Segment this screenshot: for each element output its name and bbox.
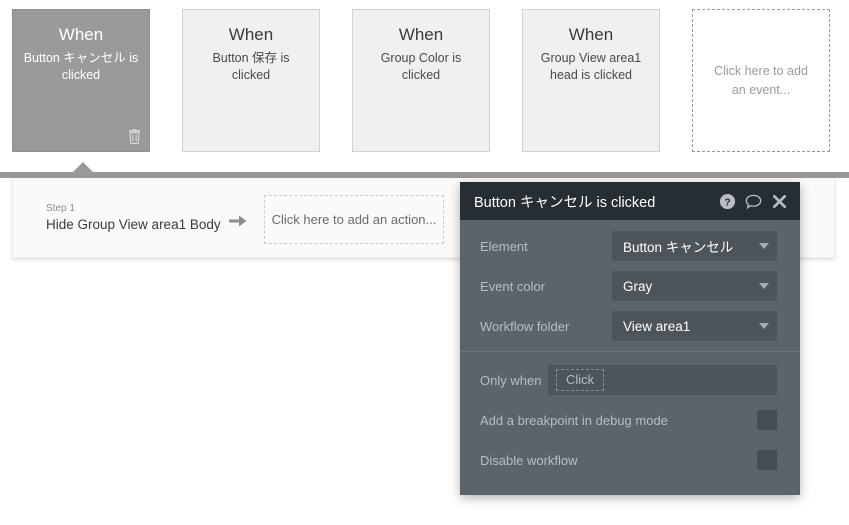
- event-card-description: Button 保存 is clicked: [212, 51, 290, 82]
- event-card[interactable]: When Group View area1 head is clicked: [522, 9, 660, 152]
- breakpoint-checkbox[interactable]: [757, 410, 777, 430]
- workflow-pointer-triangle: [72, 162, 94, 173]
- step-number-label: Step 1: [46, 202, 75, 214]
- close-icon[interactable]: [771, 193, 788, 210]
- event-card-description: Button キャンセル is clicked: [23, 51, 139, 82]
- workflow-folder-dropdown[interactable]: View area1: [612, 311, 777, 341]
- property-panel-body: Element Button キャンセル Event color Gray Wo…: [460, 220, 800, 495]
- panel-divider: [460, 351, 800, 352]
- event-card[interactable]: When Button 保存 is clicked: [182, 9, 320, 152]
- element-dropdown[interactable]: Button キャンセル: [612, 231, 777, 261]
- chevron-down-icon: [759, 283, 769, 289]
- comment-icon[interactable]: [745, 193, 762, 210]
- panel-bottom-padding: [460, 487, 800, 495]
- svg-text:?: ?: [724, 197, 730, 208]
- field-label: Element: [480, 238, 528, 254]
- add-action-label: Click here to add an action...: [271, 212, 437, 227]
- chevron-down-icon: [759, 243, 769, 249]
- field-row-event-color: Event color Gray: [460, 271, 800, 301]
- step-action-text: Hide Group View area1 Body: [46, 216, 221, 232]
- field-row-only-when: Only when Click: [460, 365, 800, 395]
- event-color-dropdown-value: Gray: [623, 278, 653, 294]
- only-when-input[interactable]: Click: [548, 365, 777, 395]
- disable-workflow-row: Disable workflow: [460, 447, 800, 473]
- field-label: Workflow folder: [480, 318, 570, 334]
- workflow-step-row: Step 1 Hide Group View area1 Body Click …: [46, 191, 444, 244]
- field-label: Event color: [480, 278, 546, 294]
- chevron-down-icon: [759, 323, 769, 329]
- event-card[interactable]: When Button キャンセル is clicked: [12, 9, 150, 152]
- workflow-step[interactable]: Step 1 Hide Group View area1 Body: [46, 202, 228, 234]
- element-dropdown-value: Button キャンセル: [623, 240, 734, 255]
- property-panel-title: Button キャンセル is clicked: [474, 194, 656, 211]
- event-card-when: When: [398, 25, 444, 44]
- event-card-when: When: [568, 25, 614, 44]
- disable-workflow-checkbox[interactable]: [757, 450, 777, 470]
- add-event-label: Click here to add an event...: [714, 63, 808, 97]
- field-row-element: Element Button キャンセル: [460, 231, 800, 261]
- only-when-label: Only when: [480, 372, 542, 388]
- breakpoint-row: Add a breakpoint in debug mode: [460, 407, 800, 433]
- event-card[interactable]: When Group Color is clicked: [352, 9, 490, 152]
- add-action-button[interactable]: Click here to add an action...: [264, 195, 444, 244]
- only-when-chip[interactable]: Click: [556, 369, 605, 391]
- disable-workflow-label: Disable workflow: [480, 452, 578, 468]
- event-card-when: When: [228, 25, 274, 44]
- event-card-description: Group Color is clicked: [380, 51, 462, 82]
- breakpoint-label: Add a breakpoint in debug mode: [480, 412, 668, 428]
- trash-icon[interactable]: [128, 129, 141, 144]
- event-card-description: Group View area1 head is clicked: [540, 51, 642, 82]
- arrow-right-icon: [229, 215, 247, 226]
- add-event-card[interactable]: Click here to add an event...: [692, 9, 830, 152]
- event-property-panel: Button キャンセル is clicked ? Element Button…: [460, 182, 800, 495]
- property-panel-header: Button キャンセル is clicked ?: [460, 182, 800, 220]
- field-row-workflow-folder: Workflow folder View area1: [460, 311, 800, 341]
- help-icon[interactable]: ?: [719, 193, 736, 210]
- workflow-folder-dropdown-value: View area1: [623, 318, 691, 334]
- event-color-dropdown[interactable]: Gray: [612, 271, 777, 301]
- event-card-strip: When Button キャンセル is clicked When Button…: [0, 0, 849, 160]
- event-card-when: When: [58, 25, 104, 44]
